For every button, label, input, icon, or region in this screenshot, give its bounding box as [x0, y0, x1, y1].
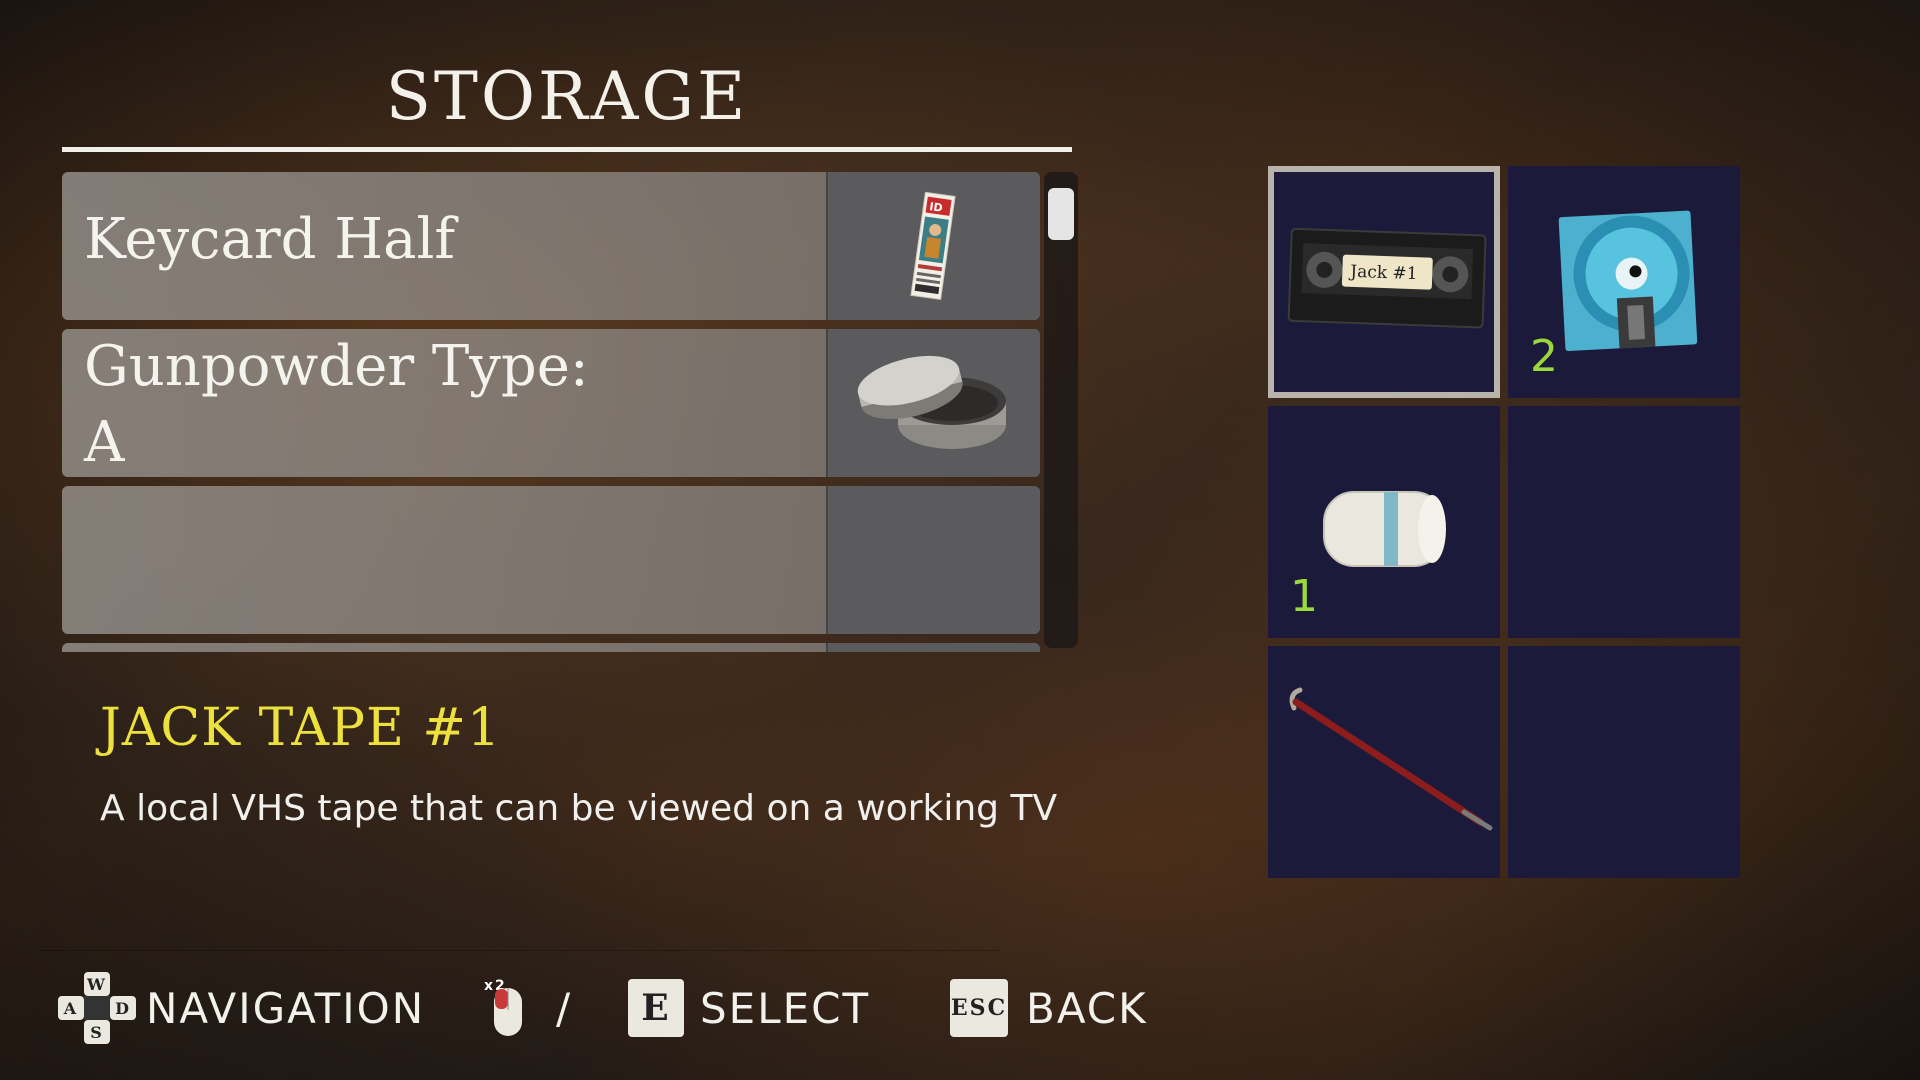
back-key: ESC: [950, 979, 1008, 1037]
page-title: STORAGE: [385, 58, 749, 135]
back-hint[interactable]: ESC BACK: [950, 972, 1148, 1044]
gunpowder-tin-icon: [857, 355, 1006, 449]
storage-row-thumb: [826, 643, 1040, 652]
storage-row-thumb: [826, 486, 1040, 634]
list-scrollbar[interactable]: [1044, 172, 1078, 648]
select-label: SELECT: [700, 983, 871, 1033]
selected-item-name: JACK TAPE #1: [100, 698, 502, 758]
key-d: D: [110, 996, 136, 1020]
inventory-slot-4[interactable]: [1508, 406, 1740, 638]
separator-slash: /: [556, 983, 573, 1033]
item-count: 2: [1530, 331, 1558, 382]
crowbar-icon: [1289, 687, 1493, 831]
storage-row-thumb: ID: [826, 172, 1040, 320]
wasd-keys-icon: W A S D: [58, 972, 136, 1044]
storage-row-label: Gunpowder Type: A: [84, 334, 589, 475]
key-a: A: [58, 996, 84, 1020]
navigation-hint: W A S D NAVIGATION: [58, 972, 425, 1044]
mouse-icon: x2: [484, 972, 528, 1044]
navigation-label: NAVIGATION: [146, 983, 426, 1033]
back-label: BACK: [1026, 983, 1148, 1033]
storage-row-label: Keycard Half: [84, 207, 456, 272]
storage-row-empty[interactable]: [62, 486, 1040, 634]
inventory-slot-3[interactable]: 1: [1268, 406, 1500, 638]
vhs-tape-label: Jack #1: [1348, 262, 1418, 284]
storage-row-thumb: [826, 329, 1040, 477]
key-center: [84, 996, 110, 1020]
vhs-tape-icon: Jack #1: [1287, 227, 1487, 329]
title-divider: [62, 147, 1072, 152]
scrollbar-thumb[interactable]: [1048, 188, 1074, 240]
storage-row-partial[interactable]: [62, 643, 1040, 652]
storage-row-gunpowder[interactable]: Gunpowder Type: A: [62, 329, 1040, 477]
mouse-double-click-hint: x2 /: [484, 972, 572, 1044]
key-s: S: [84, 1020, 110, 1044]
select-hint: E SELECT: [628, 972, 870, 1044]
key-w: W: [84, 972, 110, 996]
mouse-shape-icon: [494, 988, 522, 1036]
storage-row-keycard-half[interactable]: Keycard Half ID: [62, 172, 1040, 320]
storage-list[interactable]: Keycard Half ID Gunpowder Type: A: [62, 172, 1062, 652]
selected-item-description: A local VHS tape that can be viewed on a…: [100, 788, 1058, 829]
svg-text:ID: ID: [929, 200, 944, 215]
inventory-slot-2[interactable]: 2: [1508, 166, 1740, 398]
select-key: E: [628, 979, 684, 1037]
inventory-slot-1[interactable]: Jack #1: [1268, 166, 1500, 398]
item-count: 1: [1290, 571, 1318, 622]
inventory-slot-6[interactable]: [1508, 646, 1740, 878]
inventory-grid: Jack #1 2 1: [1268, 166, 1742, 878]
keycard-icon: ID: [910, 191, 956, 301]
controls-divider: [40, 950, 1000, 951]
inventory-slot-5[interactable]: [1268, 646, 1500, 878]
